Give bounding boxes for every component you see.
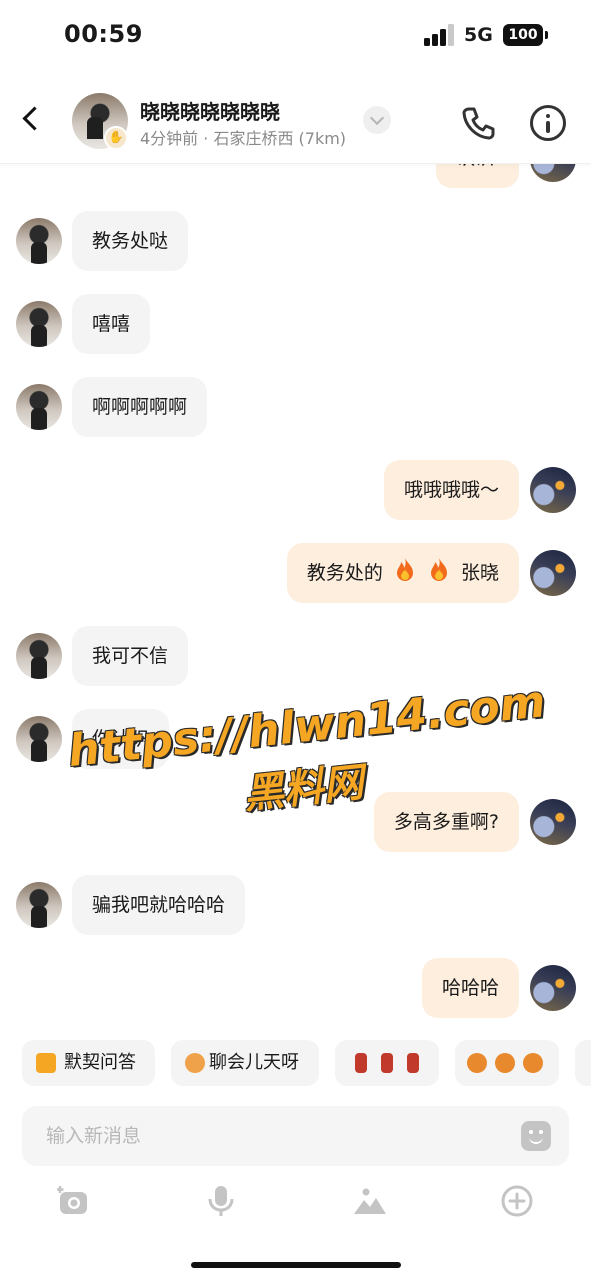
contact-avatar[interactable] [16, 716, 62, 762]
message-text: 骗我吧就哈哈哈 [92, 894, 226, 916]
status-time: 00:59 [64, 20, 143, 48]
paw-face-icon [467, 1053, 487, 1073]
paw-face-icon [495, 1053, 515, 1073]
message-text: 教务处哒 [92, 230, 169, 252]
message-bubble-incoming[interactable]: 啊啊啊啊啊 [72, 377, 208, 437]
message-text: 哦哦哦哦～ [403, 479, 499, 501]
pencil-note-icon [36, 1053, 56, 1073]
contact-avatar[interactable] [16, 633, 62, 679]
camera-icon[interactable] [57, 1184, 91, 1218]
chip-label: 默契问答 [64, 1052, 136, 1073]
contact-avatar[interactable] [16, 218, 62, 264]
contact-name[interactable]: 晓晓晓晓晓晓晓 [140, 96, 280, 125]
signal-strength-icon [424, 24, 456, 46]
message-text: 哈哈哈 [441, 977, 499, 999]
battery-level: 100 [508, 27, 538, 43]
my-avatar[interactable] [530, 799, 576, 845]
message-text: 多高多重啊? [393, 811, 499, 833]
message-bubble-outgoing[interactable]: 哦哦哦哦～ [383, 460, 519, 520]
message-bubble-incoming[interactable]: 我可不信 [72, 626, 189, 686]
back-button[interactable] [16, 102, 48, 134]
fire-icon [396, 558, 413, 581]
my-avatar[interactable] [530, 550, 576, 596]
status-bar: 00:59 5G 100 [0, 0, 591, 72]
microphone-icon[interactable] [204, 1184, 238, 1218]
message-bubble-incoming[interactable]: 骗我吧就哈哈哈 [72, 875, 246, 935]
my-avatar[interactable] [530, 467, 576, 513]
battery-icon: 100 [503, 24, 548, 46]
info-icon[interactable] [530, 105, 566, 141]
contact-avatar[interactable] [16, 384, 62, 430]
chevron-down-icon[interactable] [363, 106, 391, 134]
message-bubble-incoming[interactable]: 教务处哒 [72, 211, 189, 271]
plus-circle-icon[interactable] [500, 1184, 534, 1218]
message-input-placeholder: 输入新消息 [46, 1125, 142, 1147]
wave-hand-icon: ✋ [104, 126, 128, 150]
message-text: 啊啊啊啊啊 [92, 396, 188, 418]
message-text: 你认识 [92, 728, 150, 750]
firecracker-icon [355, 1053, 367, 1073]
message-bubble-incoming[interactable]: 嘻嘻 [72, 294, 151, 354]
firecracker-icon [407, 1053, 419, 1073]
message-text: 嘻嘻 [92, 313, 131, 335]
paw-face-icon [523, 1053, 543, 1073]
home-indicator[interactable] [191, 1262, 401, 1268]
quick-reply-chip[interactable] [575, 1040, 591, 1086]
contact-avatar[interactable] [16, 301, 62, 347]
quick-reply-chip[interactable] [335, 1040, 439, 1086]
quick-reply-chip[interactable]: 默契问答 [22, 1040, 155, 1086]
chat-screen: 认识 教务处哒 嘻嘻 啊啊啊啊啊 哦哦哦哦～ 教务处的 张晓 我可不信 [0, 0, 591, 1280]
chat-header: ✋ 晓晓晓晓晓晓晓 4分钟前 · 石家庄桥西 (7km) [0, 72, 591, 164]
quick-reply-chip[interactable]: 聊会儿天呀 [171, 1040, 319, 1086]
my-avatar[interactable] [530, 965, 576, 1011]
message-bubble-outgoing[interactable]: 哈哈哈 [421, 958, 519, 1018]
quick-reply-bar: 默契问答 聊会儿天呀 [0, 1040, 591, 1086]
quick-reply-chip[interactable] [455, 1040, 559, 1086]
firecracker-icon [381, 1053, 393, 1073]
image-icon[interactable] [353, 1184, 387, 1218]
network-type: 5G [464, 24, 493, 46]
message-bubble-outgoing[interactable]: 教务处的 张晓 [286, 543, 519, 603]
message-text-tail: 张晓 [460, 562, 499, 584]
message-text: 教务处的 [306, 562, 383, 584]
message-bubble-incoming[interactable]: 你认识 [72, 709, 170, 769]
phone-icon[interactable] [460, 105, 496, 141]
emoji-icon[interactable] [521, 1121, 551, 1151]
message-bubble-outgoing[interactable]: 多高多重啊? [373, 792, 519, 852]
contact-avatar[interactable] [16, 882, 62, 928]
message-input[interactable]: 输入新消息 [22, 1106, 569, 1166]
chat-face-icon [185, 1053, 205, 1073]
chip-label: 聊会儿天呀 [209, 1052, 299, 1073]
fire-icon [430, 558, 447, 581]
message-text: 我可不信 [92, 645, 169, 667]
contact-last-seen-location: 4分钟前 · 石家庄桥西 (7km) [140, 129, 347, 148]
